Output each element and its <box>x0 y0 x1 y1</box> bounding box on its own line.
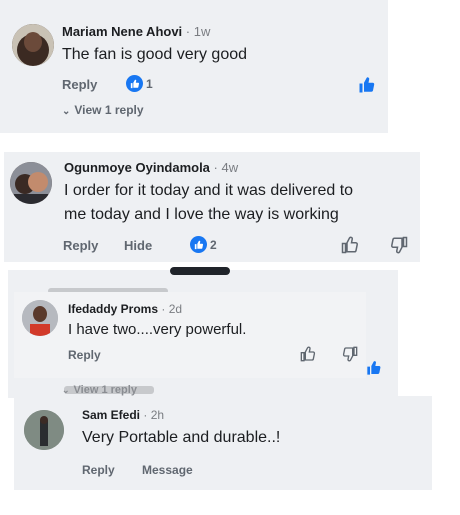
comment-author[interactable]: Mariam Nene Ahovi · 1w <box>62 24 210 39</box>
like-icon[interactable] <box>366 360 382 381</box>
reply-button[interactable]: Reply <box>62 77 97 92</box>
comment-text: The fan is good very good <box>62 46 248 63</box>
comment-author[interactable]: Ifedaddy Proms · 2d <box>68 302 182 316</box>
avatar[interactable] <box>10 162 52 204</box>
avatar[interactable] <box>22 300 58 336</box>
comment-card: Ifedaddy Proms · 2d I have two....very p… <box>14 292 366 378</box>
comment-author[interactable]: Ogunmoye Oyindamola · 4w <box>64 160 238 175</box>
decorative-blur <box>170 267 230 275</box>
author-name[interactable]: Ifedaddy Proms <box>68 302 158 316</box>
comment-time: · 2d <box>161 302 183 316</box>
comment-time: · 1w <box>185 24 211 39</box>
comment-text-line: I order for it today and it was delivere… <box>64 182 354 199</box>
avatar[interactable] <box>24 410 64 450</box>
reaction-count[interactable]: 1 <box>126 75 153 92</box>
avatar[interactable] <box>12 24 54 66</box>
comment-time: · 4w <box>213 160 239 175</box>
time-value: 1w <box>193 24 211 39</box>
like-reaction-icon <box>126 75 143 92</box>
view-replies-link[interactable]: ⌄ View 1 reply <box>62 384 137 396</box>
reaction-count[interactable]: 2 <box>190 236 217 253</box>
time-value: 4w <box>221 160 239 175</box>
view-replies-label: View 1 reply <box>73 384 137 396</box>
comment-text-line: me today and I love the way is working <box>64 206 339 223</box>
reply-button[interactable]: Reply <box>82 463 115 477</box>
reply-button[interactable]: Reply <box>68 348 101 362</box>
like-outline-icon[interactable] <box>341 236 359 259</box>
time-value: 2h <box>150 408 165 422</box>
author-name[interactable]: Sam Efedi <box>82 408 140 422</box>
hide-button[interactable]: Hide <box>124 238 152 253</box>
dislike-outline-icon[interactable] <box>342 346 358 367</box>
author-name[interactable]: Ogunmoye Oyindamola <box>64 160 210 175</box>
view-replies-link[interactable]: ⌄ View 1 reply <box>62 103 144 117</box>
chevron-down-icon: ⌄ <box>62 385 70 395</box>
like-count: 2 <box>210 237 217 252</box>
comment-card: Mariam Nene Ahovi · 1w The fan is good v… <box>0 0 388 133</box>
author-name[interactable]: Mariam Nene Ahovi <box>62 24 182 39</box>
like-count: 1 <box>146 76 153 91</box>
view-replies-label: View 1 reply <box>74 103 144 117</box>
reply-button[interactable]: Reply <box>63 238 98 253</box>
message-button[interactable]: Message <box>142 463 193 477</box>
comment-text: Very Portable and durable..! <box>82 429 281 446</box>
like-reaction-icon <box>190 236 207 253</box>
dislike-outline-icon[interactable] <box>390 236 408 259</box>
comment-author[interactable]: Sam Efedi · 2h <box>82 408 164 422</box>
comment-time: · 2h <box>143 408 165 422</box>
comment-text: I have two....very powerful. <box>68 321 247 338</box>
time-value: 2d <box>168 302 183 316</box>
like-outline-icon[interactable] <box>300 346 316 367</box>
like-icon[interactable] <box>358 76 376 99</box>
comment-card: Ogunmoye Oyindamola · 4w I order for it … <box>4 152 420 262</box>
comment-card: Sam Efedi · 2h Very Portable and durable… <box>14 396 432 490</box>
chevron-down-icon: ⌄ <box>62 106 71 117</box>
